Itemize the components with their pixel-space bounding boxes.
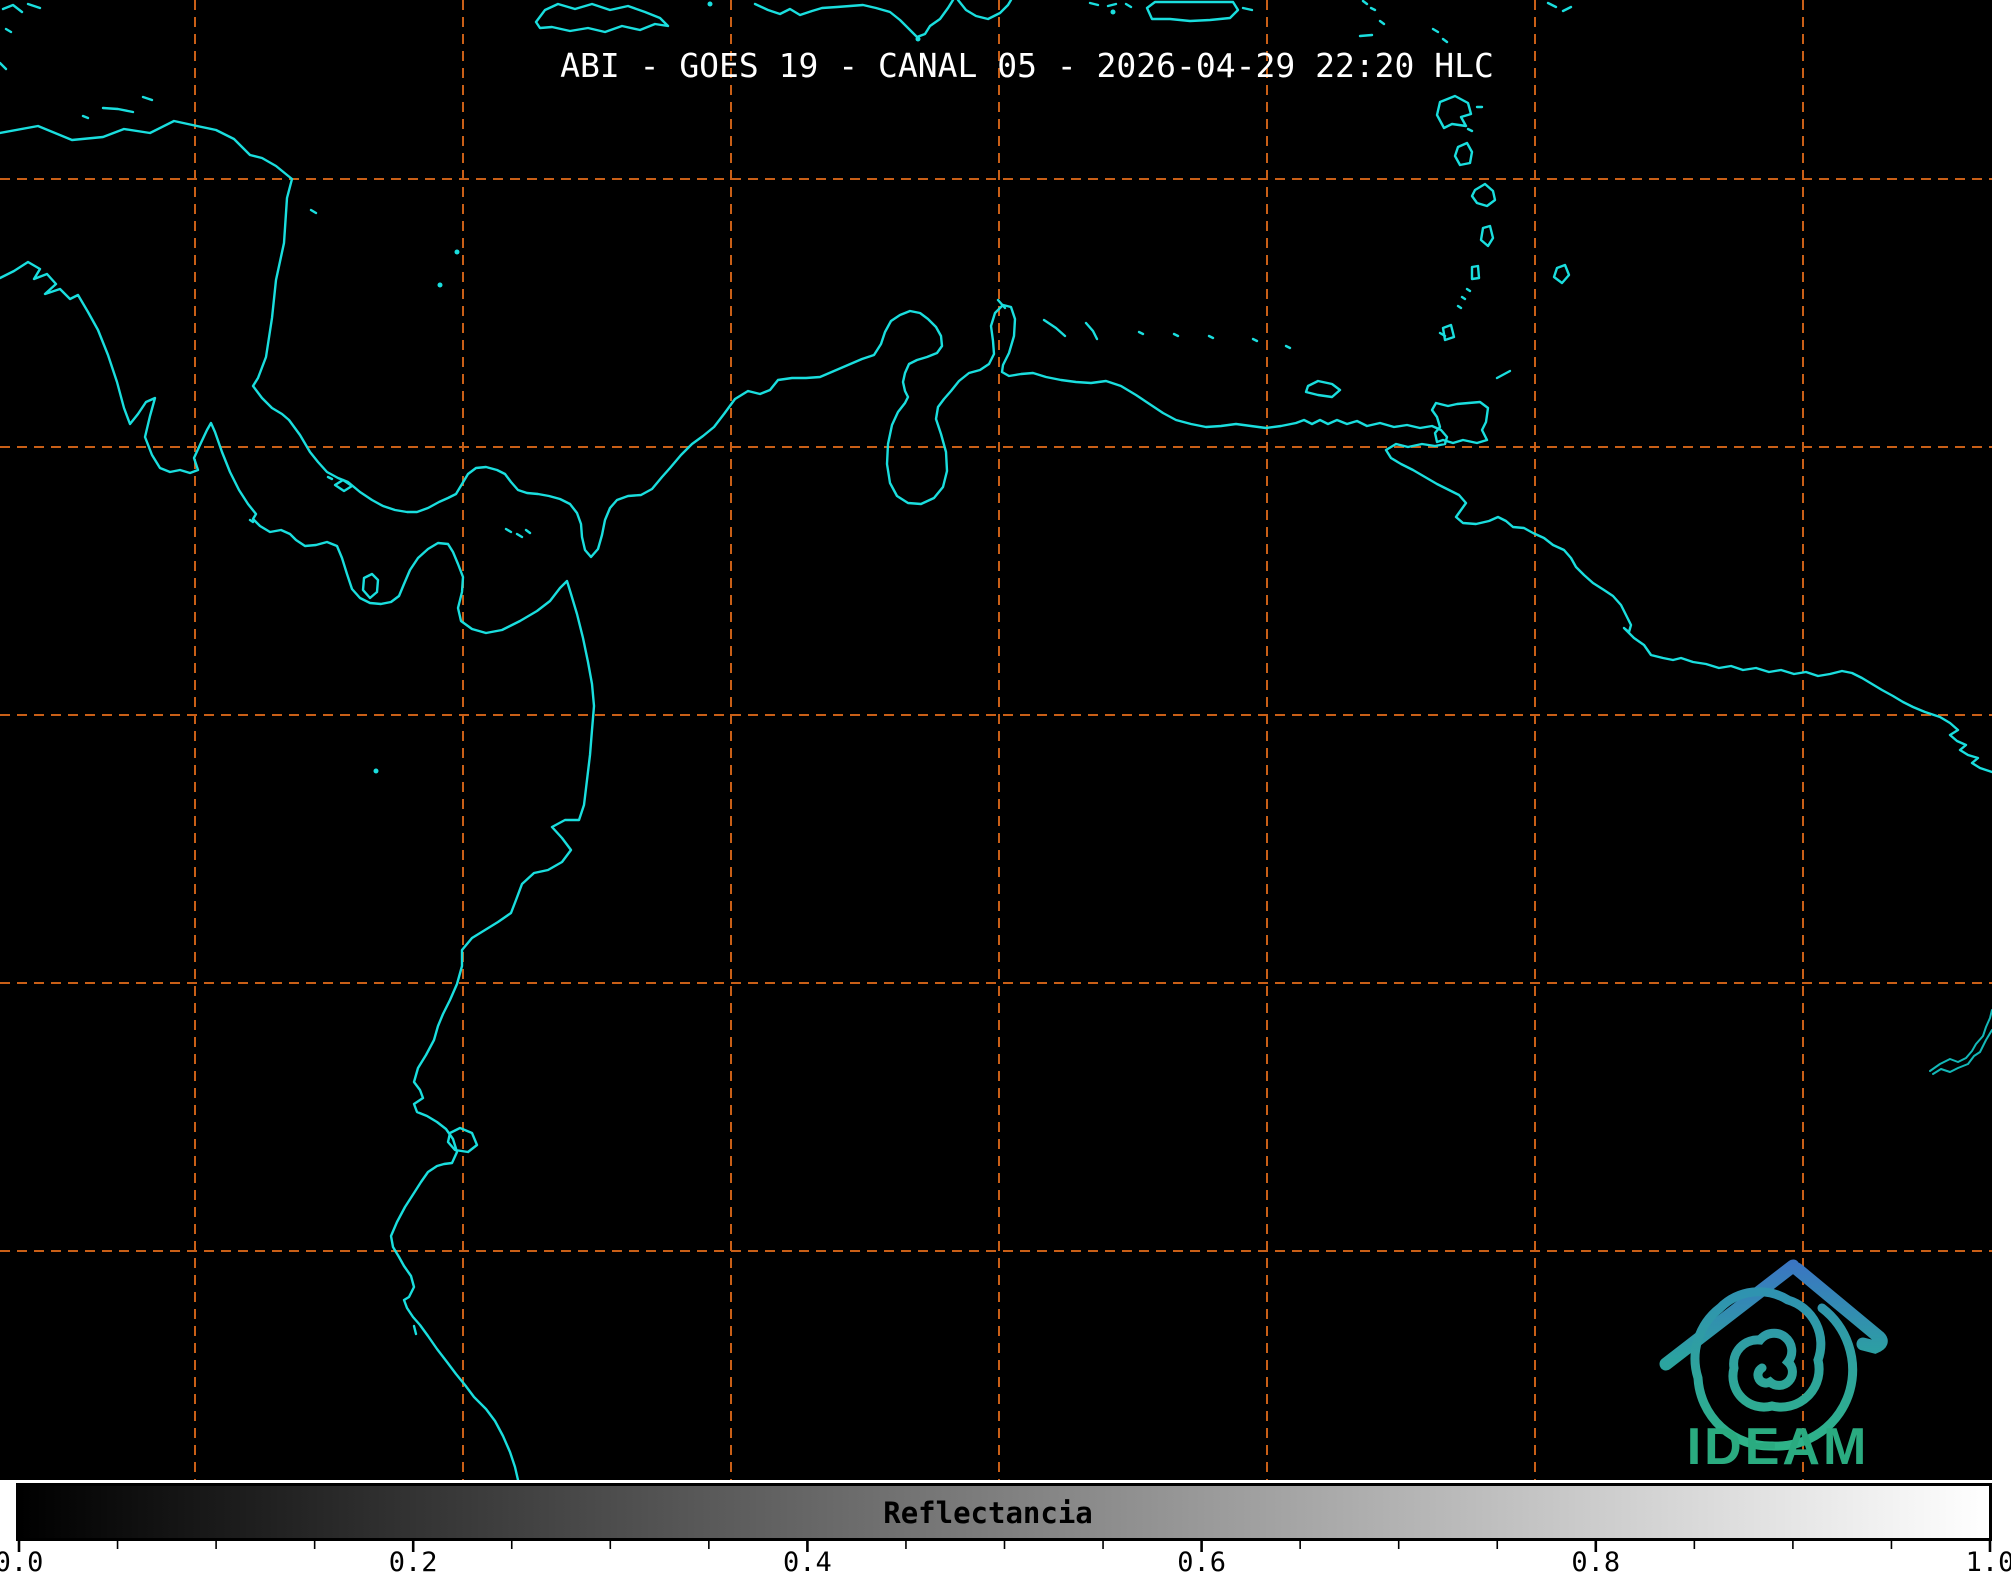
satellite-product-page: ABI - GOES 19 - CANAL 05 - 2026-04-29 22…: [0, 0, 2011, 1577]
coastline-amazon-mouth: [1930, 1010, 1992, 1074]
coastline-hispaniola: [755, 0, 1011, 37]
coastline-tobago: [1497, 371, 1510, 378]
coastline-topleft-fragments: [0, 4, 40, 69]
coastline-puerto-rico: [1147, 2, 1372, 36]
mona-island-dot: [1111, 10, 1116, 15]
coastline-windward-islands: [1443, 226, 1493, 340]
coastline-pacific-mainland: [0, 262, 594, 1480]
malpelo-island-dot: [374, 769, 379, 774]
image-title: ABI - GOES 19 - CANAL 05 - 2026-04-29 22…: [560, 46, 1494, 85]
coastline-trinidad: [1432, 402, 1488, 443]
island-dots-layer: [374, 2, 1116, 774]
coastline-puna: [414, 1128, 477, 1334]
colorbar-ticklabel-5: 1.0: [1966, 1547, 2011, 1577]
ideam-logo: IDEAM: [1640, 1240, 1930, 1480]
colorbar-ticklabel-3: 0.6: [1177, 1547, 1226, 1577]
beata-island-dot: [916, 37, 921, 42]
colorbar-label: Reflectancia: [883, 1496, 1093, 1530]
coastline-bay-islands: [83, 97, 316, 213]
coastline-pearl-islands: [506, 529, 530, 537]
colorbar-ticklabel-2: 0.4: [783, 1547, 832, 1577]
coastline-jamaica: [536, 4, 668, 32]
coastline-venezuelan-islets: [1139, 332, 1445, 348]
colorbar-ticklabel-0: 0.0: [0, 1547, 43, 1577]
san-andres-island-dot: [438, 283, 443, 288]
colorbar-ticklabel-4: 0.8: [1571, 1547, 1620, 1577]
satellite-map: ABI - GOES 19 - CANAL 05 - 2026-04-29 22…: [0, 0, 1992, 1480]
coastline-margarita: [1306, 381, 1340, 397]
coastline-barbados: [1554, 265, 1569, 283]
coastline-guadeloupe: [1437, 96, 1482, 131]
navassa-island-dot: [708, 2, 713, 7]
coastline-north-antilles: [1090, 1, 1571, 42]
ideam-logo-text: IDEAM: [1687, 1418, 1870, 1476]
colorbar-ticks: [0, 1538, 2011, 1556]
colorbar-ticklabel-1: 0.2: [389, 1547, 438, 1577]
coastline-martinique: [1472, 184, 1495, 206]
coastline-dominica: [1455, 143, 1472, 165]
coastline-abc-islands: [998, 300, 1097, 339]
providencia-island-dot: [455, 250, 460, 255]
